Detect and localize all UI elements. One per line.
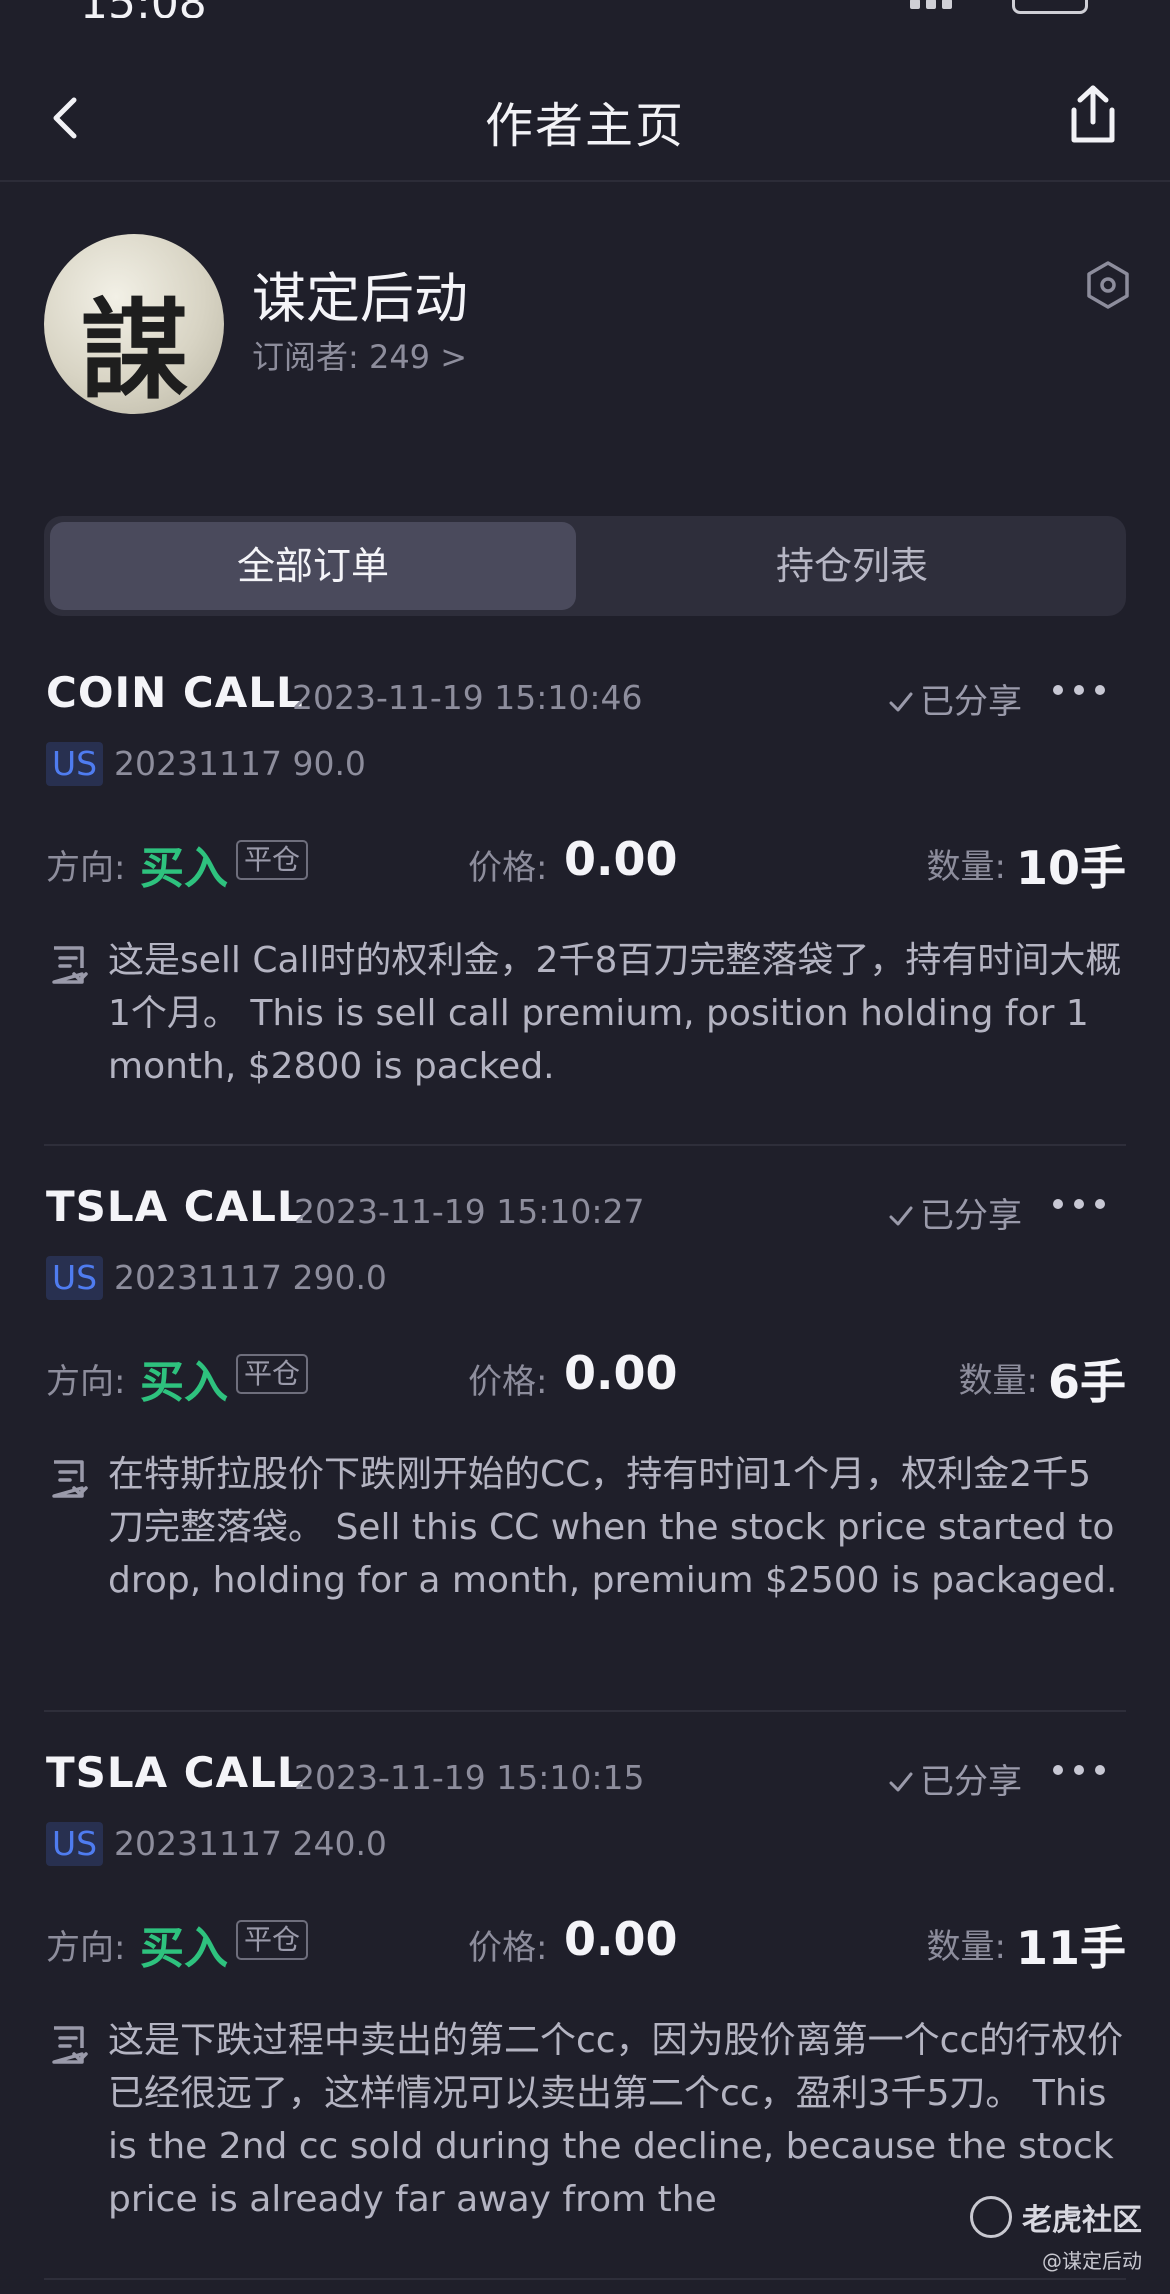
signal-icon bbox=[910, 0, 970, 9]
direction-label: 方向: bbox=[46, 1362, 126, 1402]
shared-status: 已分享 bbox=[888, 1188, 1022, 1237]
quantity: 数量: 11手 bbox=[927, 1912, 1126, 1978]
market-badge: US bbox=[46, 742, 104, 786]
price-label: 价格: bbox=[468, 1928, 548, 1968]
watermark-brand: 老虎社区 bbox=[1022, 2203, 1142, 2238]
subscriber-count-link[interactable]: 订阅者: 249 > bbox=[252, 332, 467, 378]
shared-label: 已分享 bbox=[920, 682, 1022, 722]
more-options-icon[interactable] bbox=[1052, 1758, 1106, 1782]
quantity-label: 数量: bbox=[958, 1361, 1038, 1401]
quantity: 数量: 6手 bbox=[959, 1346, 1126, 1412]
quantity-value: 11手 bbox=[1015, 1921, 1126, 1975]
shared-label: 已分享 bbox=[920, 1196, 1022, 1236]
watermark-handle: @谋定后动 bbox=[1042, 2249, 1142, 2273]
order-timestamp: 2023-11-19 15:10:46 bbox=[292, 678, 643, 717]
tab-all-orders[interactable]: 全部订单 bbox=[50, 522, 576, 610]
tiger-logo-icon bbox=[970, 2196, 1012, 2238]
expiry-strike: 20231117 90.0 bbox=[114, 744, 366, 783]
check-icon bbox=[889, 1206, 913, 1226]
order-note: 这是sell Call时的权利金，2千8百刀完整落袋了，持有时间大概1个月。 T… bbox=[108, 940, 1122, 1087]
check-icon bbox=[889, 692, 913, 712]
quantity-label: 数量: bbox=[926, 1927, 1006, 1967]
close-position-badge: 平仓 bbox=[236, 840, 309, 880]
direction-label: 方向: bbox=[46, 1928, 126, 1968]
page-title: 作者主页 bbox=[484, 98, 685, 154]
direction-value: 买入 bbox=[140, 843, 228, 894]
close-position-badge: 平仓 bbox=[236, 1920, 309, 1960]
quantity-value: 6手 bbox=[1047, 1355, 1126, 1409]
shared-status: 已分享 bbox=[888, 1754, 1022, 1803]
divider bbox=[44, 1710, 1126, 1712]
shared-label: 已分享 bbox=[920, 1762, 1022, 1802]
price-value: 0.00 bbox=[564, 1912, 678, 1966]
tab-positions[interactable]: 持仓列表 bbox=[584, 522, 1120, 610]
author-profile: 謀 谋定后动 订阅者: 249 > bbox=[44, 234, 1134, 424]
order-ticker: TSLA CALL bbox=[46, 1748, 305, 1797]
status-bar: 15:08 bbox=[0, 0, 1170, 18]
note-icon bbox=[52, 2026, 88, 2064]
close-position-badge: 平仓 bbox=[236, 1354, 309, 1394]
note-icon bbox=[52, 946, 88, 984]
avatar-glyph: 謀 bbox=[79, 288, 188, 414]
order-ticker: COIN CALL bbox=[46, 668, 304, 717]
market-badge: US bbox=[46, 1822, 104, 1866]
order-timestamp: 2023-11-19 15:10:27 bbox=[294, 1192, 645, 1231]
price-label: 价格: bbox=[468, 1362, 548, 1402]
direction-value: 买入 bbox=[140, 1923, 228, 1974]
share-icon[interactable] bbox=[1060, 82, 1126, 148]
direction-label: 方向: bbox=[46, 848, 126, 888]
shared-status: 已分享 bbox=[888, 674, 1022, 723]
direction-value: 买入 bbox=[140, 1357, 228, 1408]
author-name: 谋定后动 bbox=[252, 267, 468, 330]
price-value: 0.00 bbox=[564, 1346, 678, 1400]
expiry-strike: 20231117 290.0 bbox=[114, 1258, 387, 1297]
quantity-value: 10手 bbox=[1015, 841, 1126, 895]
settings-hexagon-icon[interactable] bbox=[1084, 260, 1132, 310]
market-badge: US bbox=[46, 1256, 104, 1300]
expiry-strike: 20231117 240.0 bbox=[114, 1824, 387, 1863]
battery-icon bbox=[1012, 0, 1088, 14]
avatar[interactable]: 謀 bbox=[44, 234, 224, 414]
divider bbox=[44, 1144, 1126, 1146]
check-icon bbox=[889, 1772, 913, 1792]
order-note: 在特斯拉股价下跌刚开始的CC，持有时间1个月，权利金2千5刀完整落袋。 Sell… bbox=[108, 1454, 1118, 1601]
price-value: 0.00 bbox=[564, 832, 678, 886]
status-time: 15:08 bbox=[80, 0, 207, 18]
note-icon bbox=[52, 1460, 88, 1498]
more-options-icon[interactable] bbox=[1052, 678, 1106, 702]
watermark: 老虎社区 @谋定后动 bbox=[942, 2195, 1142, 2274]
divider bbox=[44, 2278, 1126, 2280]
quantity-label: 数量: bbox=[926, 847, 1006, 887]
more-options-icon[interactable] bbox=[1052, 1192, 1106, 1216]
navigation-bar: 作者主页 bbox=[0, 60, 1170, 182]
order-ticker: TSLA CALL bbox=[46, 1182, 305, 1231]
quantity: 数量: 10手 bbox=[927, 832, 1126, 898]
order-tabs: 全部订单 持仓列表 bbox=[44, 516, 1126, 616]
price-label: 价格: bbox=[468, 848, 548, 888]
order-timestamp: 2023-11-19 15:10:15 bbox=[294, 1758, 645, 1797]
